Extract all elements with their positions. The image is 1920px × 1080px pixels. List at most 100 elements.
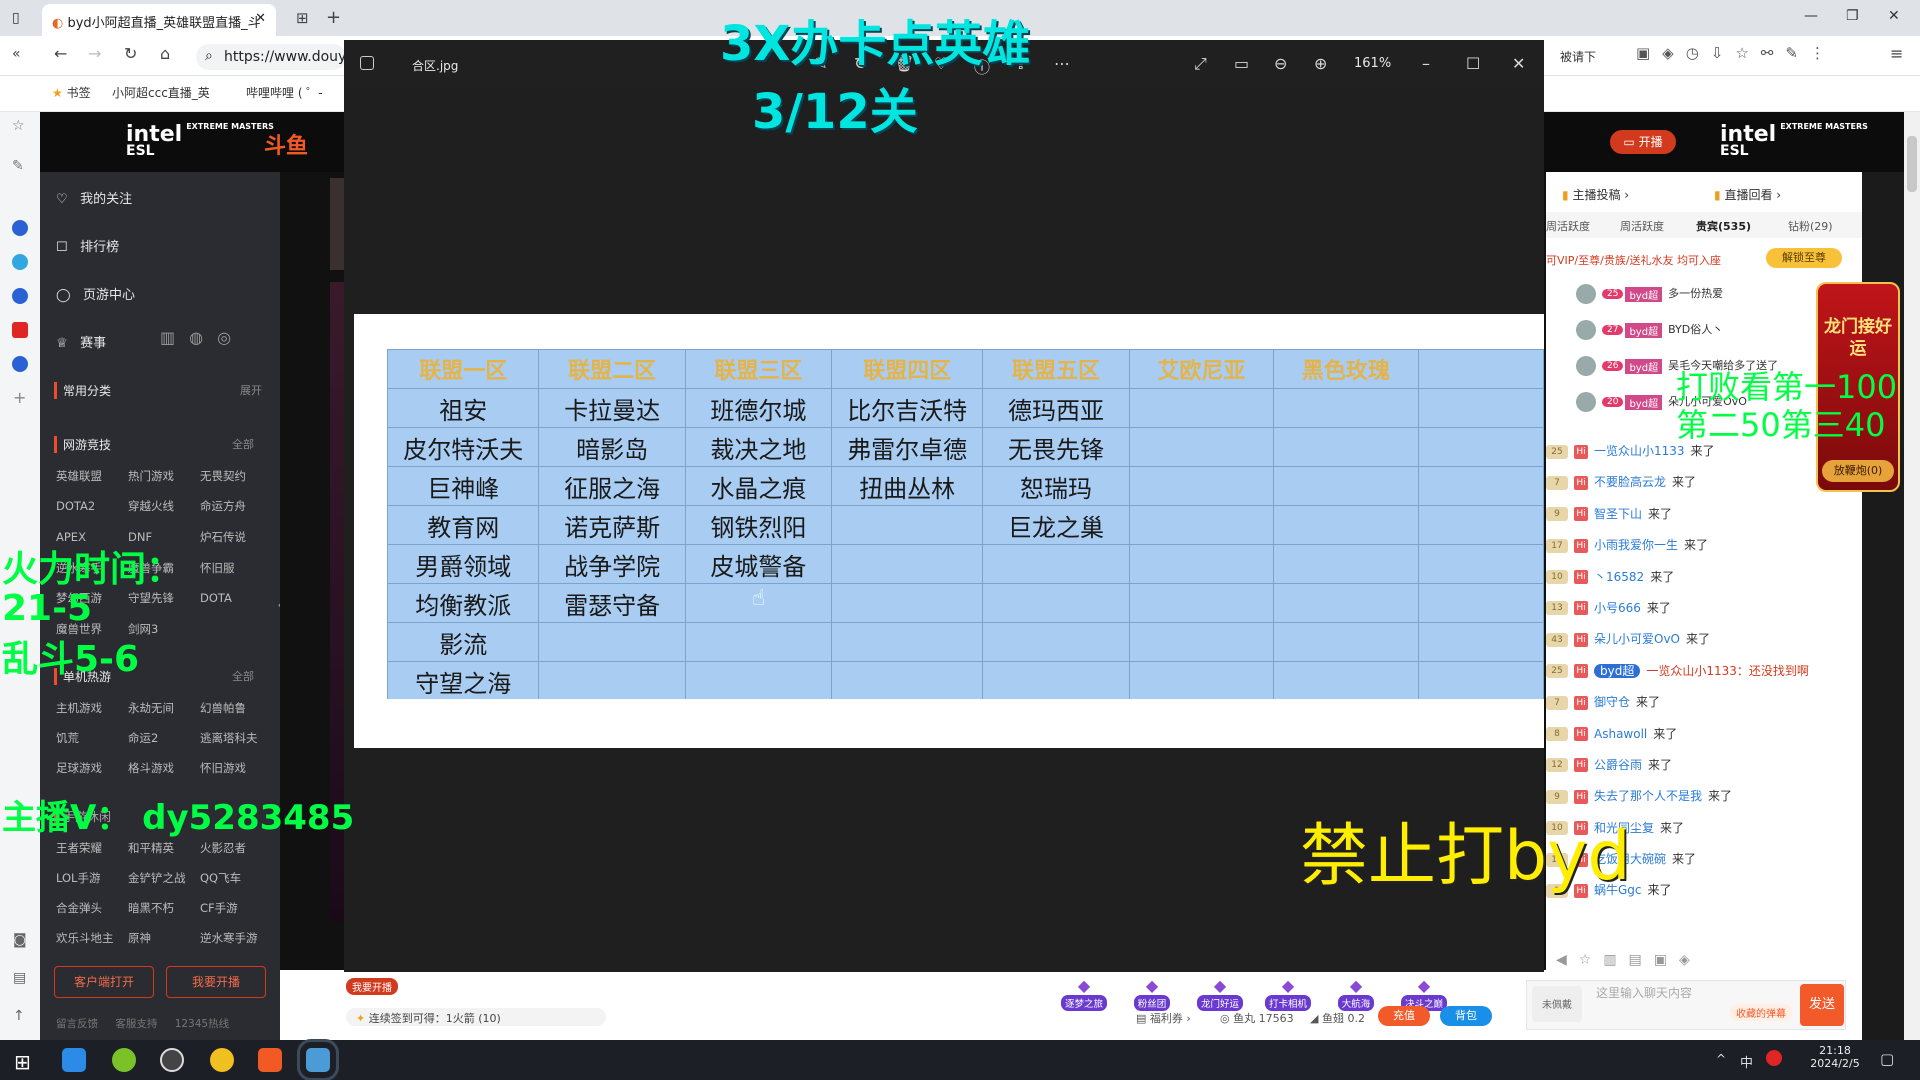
chat-message[interactable]: 8 Hi Ashawoll 来了 [1546,725,1862,756]
app-icon[interactable] [160,1048,184,1072]
category-link[interactable]: DOTA2 [56,499,128,529]
favorite-icon[interactable]: ☆ [12,118,25,134]
start-live-button[interactable]: 我要开播 [166,966,266,998]
app-icon[interactable] [12,220,28,236]
address-bar[interactable]: ⌕ https://www.douy [196,44,346,70]
firecracker-button[interactable]: 放鞭炮(0) [1822,460,1894,482]
nav-ranking[interactable]: ☐ 排行榜 [56,236,119,255]
gift-item[interactable]: ◆ 大航海 [1322,976,1390,1011]
gift-item[interactable]: ◆ 龙门好运 [1186,976,1254,1011]
category-link[interactable]: 永劫无间 [128,700,200,730]
chat-username[interactable]: 朵儿小可爱OvO [1594,632,1680,646]
tab-streamer-posts[interactable]: ▮ 主播投稿 › [1562,186,1629,203]
footer-links[interactable]: 留言反馈 客服支持 12345热线 [56,1016,229,1031]
category-link[interactable]: 格斗游戏 [128,760,200,790]
chat-username[interactable]: 不要脸高云龙 [1594,475,1666,489]
gift-item[interactable]: ◆ 打卡相机 [1254,976,1322,1011]
all-link[interactable]: 全部 [232,436,254,452]
home-icon[interactable]: ⌂ [160,44,170,63]
welfare-link[interactable]: ▤ 福利券 › [1136,1010,1191,1026]
extension-icons[interactable]: ▣◈◷⇩☆⚯✎⋮ [1636,44,1836,62]
category-link[interactable]: 热门游戏 [128,468,200,498]
category-link[interactable]: 怀旧服 [200,560,272,590]
nav-events[interactable]: ♕ 赛事 [56,332,106,351]
chat-message[interactable]: 13 Hi 小号666 来了 [1546,599,1862,630]
viewer-maximize-icon[interactable]: ☐ [1466,54,1480,73]
minimize-window-icon[interactable]: — [1804,8,1818,24]
photos-app-icon[interactable] [297,1039,339,1080]
category-link[interactable]: 逆水寒手游 [200,930,272,960]
app-icon[interactable] [210,1048,234,1072]
nav-webgame[interactable]: ◯ 页游中心 [56,284,135,303]
menu-icon[interactable]: ≡ [1890,44,1903,63]
chat-message[interactable]: 25 Hi byd超 一览众山小1133：还没找到啊 [1546,662,1862,693]
new-tab-icon[interactable]: + [326,7,341,28]
category-link[interactable]: 守望先锋 [128,590,200,620]
tab-activity[interactable]: 周活跃度 [1546,218,1590,234]
up-icon[interactable]: ↑ [13,1008,25,1024]
send-button[interactable]: 发送 [1800,984,1844,1026]
bookmark-star[interactable]: ★ 书签 [52,84,91,101]
tray-app-icon[interactable] [1766,1050,1782,1066]
category-link[interactable]: 暗黑不朽 [128,900,200,930]
clock[interactable]: 21:18 2024/2/5 [1800,1044,1870,1070]
category-link[interactable]: 穿越火线 [128,498,200,528]
gift-item[interactable]: ◆ 粉丝团 [1118,976,1186,1011]
vip-row[interactable]: 25 byd超 多一份热爱 [1546,284,1778,320]
restore-window-icon[interactable]: ❐ [1846,8,1859,24]
category-link[interactable]: 足球游戏 [56,760,128,790]
app-icon[interactable] [12,288,28,304]
category-link[interactable]: 主机游戏 [56,700,128,730]
chat-message[interactable]: 17 Hi 小雨我爱你一生 来了 [1546,536,1862,567]
fit-icon[interactable]: ▭ [1234,54,1249,73]
chat-username[interactable]: 丶16582 [1594,570,1644,584]
bookmark-item[interactable]: 小阿超ccc直播_英 [112,84,210,101]
saved-barrage-button[interactable]: 收藏的弹幕 [1730,1004,1792,1021]
app-icon[interactable] [258,1048,282,1072]
download-icon[interactable]: ▤ [13,970,26,986]
category-link[interactable]: 逃离塔科夫 [200,730,272,760]
category-link[interactable]: 欢乐斗地主 [56,930,128,960]
chat-username[interactable]: 御守仓 [1594,695,1630,709]
bookmark-item[interactable]: 哔哩哔哩 ( ゜- [246,84,323,101]
category-link[interactable]: CF手游 [200,900,272,930]
badge-button[interactable]: 未佩戴 [1532,986,1582,1022]
category-link[interactable]: 饥荒 [56,730,128,760]
chat-message[interactable]: 43 Hi 朵儿小可爱OvO 来了 [1546,630,1862,661]
app-icon[interactable] [12,322,28,338]
expand-icon[interactable]: ⤢ [1194,54,1207,74]
edit-icon[interactable]: ✎ [12,158,24,174]
category-link[interactable]: 无畏契约 [200,468,272,498]
app-icon[interactable] [12,254,28,270]
chat-tool-icons[interactable]: ◀☆▥▤▣◈ [1556,952,1846,968]
browser-tab[interactable]: ◐ byd小阿超直播_英雄联盟直播_斗 ✕ [42,4,276,36]
category-link[interactable]: 王者荣耀 [56,840,128,870]
zoom-out-icon[interactable]: ⊖ [1274,54,1287,73]
category-link[interactable]: LOL手游 [56,870,128,900]
collapse-icon[interactable]: « [12,46,21,62]
add-icon[interactable]: + [13,388,26,407]
client-open-button[interactable]: 客户端打开 [54,966,154,998]
all-link[interactable]: 全部 [232,668,254,684]
chat-username[interactable]: 小号666 [1594,601,1641,615]
chat-username[interactable]: 智圣下山 [1594,507,1642,521]
category-link[interactable]: 合金弹头 [56,900,128,930]
category-link[interactable]: 原神 [128,930,200,960]
app-icon[interactable] [112,1048,136,1072]
backpack-button[interactable]: 背包 [1440,1006,1492,1026]
page-scrollbar[interactable] [1904,112,1920,1040]
category-link[interactable]: 火影忍者 [200,840,272,870]
chat-username[interactable]: byd超 [1594,663,1641,678]
reload-icon[interactable]: ↻ [124,44,137,63]
category-link[interactable]: 命运2 [128,730,200,760]
category-link[interactable]: DOTA [200,591,272,621]
category-link[interactable]: 金铲铲之战 [128,870,200,900]
unlock-vip-button[interactable]: 解锁至尊 [1766,248,1842,268]
category-link[interactable]: 英雄联盟 [56,468,128,498]
sidebar-toggle-icon[interactable]: ▯ [12,10,20,26]
vip-row[interactable]: 27 byd超 BYD俗人丶 [1546,320,1778,356]
recharge-button[interactable]: 充值 [1378,1006,1430,1026]
back-icon[interactable]: ← [54,44,67,63]
tab-grid-icon[interactable]: ⊞ [296,9,309,27]
category-link[interactable]: 和平精英 [128,840,200,870]
